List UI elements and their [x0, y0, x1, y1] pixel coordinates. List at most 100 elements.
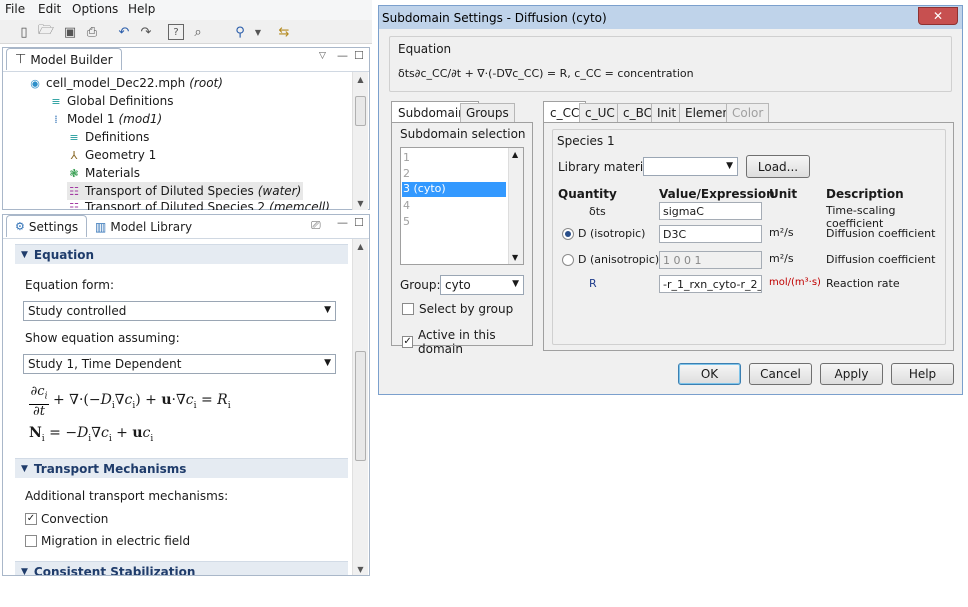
tree-item-transport-2[interactable]: ☷ Transport of Diluted Species 2 (memcel… [67, 200, 330, 210]
new-file-icon[interactable]: ▯ [16, 24, 32, 40]
tab-init[interactable]: Init [651, 103, 683, 123]
reaction-rate-input[interactable]: -r_1_rxn_cyto-r_2_r [659, 275, 762, 293]
collapse-icon: ▼ [21, 566, 28, 576]
tree-item-definitions[interactable]: ≡ Definitions [67, 128, 149, 146]
row-unit: mol/(m³·s) [769, 277, 821, 288]
close-icon[interactable]: ✕ [918, 7, 958, 25]
help-button[interactable]: Help [891, 363, 954, 385]
brush-icon[interactable]: ⚲ [232, 24, 248, 40]
column-unit: Unit [769, 187, 798, 201]
tab-c-cc-label: c_CC [550, 105, 580, 120]
tab-settings[interactable]: ⚙ Settings [6, 215, 88, 237]
convection-checkbox-row[interactable]: ✓ Convection [25, 512, 108, 526]
menu-help[interactable]: Help [128, 2, 155, 16]
help-icon[interactable]: ? [168, 24, 184, 40]
scroll-thumb[interactable] [355, 351, 366, 461]
migration-checkbox[interactable] [25, 535, 37, 547]
tab-groups[interactable]: Groups [460, 103, 515, 123]
delta-ts-input[interactable]: sigmaC [659, 202, 762, 220]
tab-model-library[interactable]: ▥ Model Library [89, 216, 198, 238]
migration-checkbox-row[interactable]: Migration in electric field [25, 534, 190, 548]
tree-item-transport-1[interactable]: ☷ Transport of Diluted Species (water) [67, 182, 304, 200]
materials-icon: ❃ [69, 166, 79, 180]
minimize-icon[interactable]: — [337, 216, 348, 229]
subdomain-list-scrollbar[interactable]: ▲ ▼ [508, 148, 523, 264]
show-equation-label: Show equation assuming: [25, 331, 180, 345]
library-material-select[interactable]: ▼ [643, 157, 738, 176]
show-equation-select[interactable]: Study 1, Time Dependent ▼ [23, 354, 336, 374]
subdomain-item[interactable]: 4 [403, 199, 410, 212]
dialog-title-bar[interactable]: Subdomain Settings - Diffusion (cyto) [379, 6, 962, 29]
menu-file[interactable]: File [5, 2, 25, 16]
tree-item-global-definitions[interactable]: ≡ Global Definitions [49, 92, 173, 110]
arrows-icon[interactable]: ⇆ [276, 24, 292, 40]
scroll-down-icon[interactable]: ▼ [353, 562, 368, 575]
group-select[interactable]: cyto ▼ [440, 275, 524, 295]
list-icon: ≡ [69, 130, 79, 144]
apply-button[interactable]: Apply [820, 363, 883, 385]
convection-checkbox[interactable]: ✓ [25, 513, 37, 525]
scroll-up-icon[interactable]: ▲ [512, 150, 518, 159]
save-icon[interactable]: ▣ [62, 24, 78, 40]
subdomain-item[interactable]: 1 [403, 151, 410, 164]
subdomain-list[interactable]: 1 2 3 (cyto) 4 5 ▲ ▼ [400, 147, 524, 265]
equation-form-select[interactable]: Study controlled ▼ [23, 301, 336, 321]
print-icon[interactable]: ⎙ [84, 24, 100, 40]
tree-transport1-suffix: (water) [257, 184, 302, 198]
ok-button[interactable]: OK [678, 363, 741, 385]
subdomain-item[interactable]: 5 [403, 215, 410, 228]
redo-icon[interactable]: ↷ [138, 24, 154, 40]
undo-icon[interactable]: ↶ [116, 24, 132, 40]
maximize-icon[interactable]: ☐ [354, 216, 364, 229]
tab-c-uc[interactable]: c_UC [579, 103, 621, 123]
tree-definitions-label: Definitions [85, 130, 150, 144]
subdomain-item-selected[interactable]: 3 (cyto) [402, 182, 506, 197]
maximize-icon[interactable]: ☐ [354, 49, 364, 62]
row-unit: m²/s [769, 226, 794, 239]
group-label: Group: [400, 278, 441, 292]
tree-item-model[interactable]: ⁞ Model 1 (mod1) [49, 110, 162, 128]
row-quantity: D (anisotropic) [578, 253, 660, 266]
chevron-down-icon: ▼ [324, 358, 331, 368]
d-isotropic-input[interactable]: D3C [659, 225, 762, 243]
tree-geometry-label: Geometry 1 [85, 148, 157, 162]
cancel-button[interactable]: Cancel [749, 363, 812, 385]
menu-options[interactable]: Options [72, 2, 118, 16]
d-anisotropic-radio-row[interactable]: D (anisotropic) [562, 253, 659, 266]
tree-scrollbar[interactable]: ▲ ▼ [352, 72, 368, 210]
subdomain-item[interactable]: 2 [403, 167, 410, 180]
d-anisotropic-radio[interactable] [562, 253, 574, 266]
active-in-domain-checkbox[interactable]: ✓ [402, 336, 414, 348]
scroll-down-icon[interactable]: ▼ [353, 196, 368, 210]
view-menu-icon[interactable]: ▽ [319, 51, 326, 61]
minimize-icon[interactable]: — [337, 49, 348, 62]
tab-model-builder[interactable]: ⊤ Model Builder [6, 48, 122, 70]
active-in-domain-row[interactable]: ✓ Active in this domain [402, 328, 532, 356]
d-isotropic-radio[interactable] [562, 227, 574, 240]
open-folder-icon[interactable]: 🗁 [38, 23, 54, 40]
chevron-down-icon[interactable]: ▼ [250, 24, 266, 40]
context-help-icon[interactable]: ⌕ [190, 24, 206, 40]
scroll-down-icon[interactable]: ▼ [512, 253, 518, 262]
tree-item-materials[interactable]: ❃ Materials [67, 164, 140, 182]
d-isotropic-value: D3C [663, 227, 687, 241]
tree-item-geometry[interactable]: ⅄ Geometry 1 [67, 146, 157, 164]
scroll-up-icon[interactable]: ▲ [353, 239, 368, 253]
select-by-group-row[interactable]: Select by group [402, 302, 513, 316]
section-equation[interactable]: ▼ Equation [15, 244, 348, 264]
section-consistent-stabilization[interactable]: ▼ Consistent Stabilization [15, 561, 348, 575]
menu-edit[interactable]: Edit [38, 2, 61, 16]
load-button[interactable]: Load... [746, 155, 810, 178]
screenshot-icon[interactable]: ⎚ [311, 218, 321, 233]
settings-scrollbar[interactable]: ▲ ▼ [352, 239, 368, 575]
cancel-button-label: Cancel [760, 367, 801, 381]
scroll-thumb[interactable] [355, 96, 366, 126]
d-isotropic-radio-row[interactable]: D (isotropic) [562, 227, 645, 240]
convection-label: Convection [41, 512, 109, 526]
globe-icon: ◉ [30, 76, 40, 90]
active-in-domain-label: Active in this domain [418, 328, 496, 356]
scroll-up-icon[interactable]: ▲ [353, 72, 368, 86]
select-by-group-checkbox[interactable] [402, 303, 414, 315]
section-transport-mechanisms[interactable]: ▼ Transport Mechanisms [15, 458, 348, 478]
tree-item-root[interactable]: ◉ cell_model_Dec22.mph (root) [28, 74, 223, 92]
